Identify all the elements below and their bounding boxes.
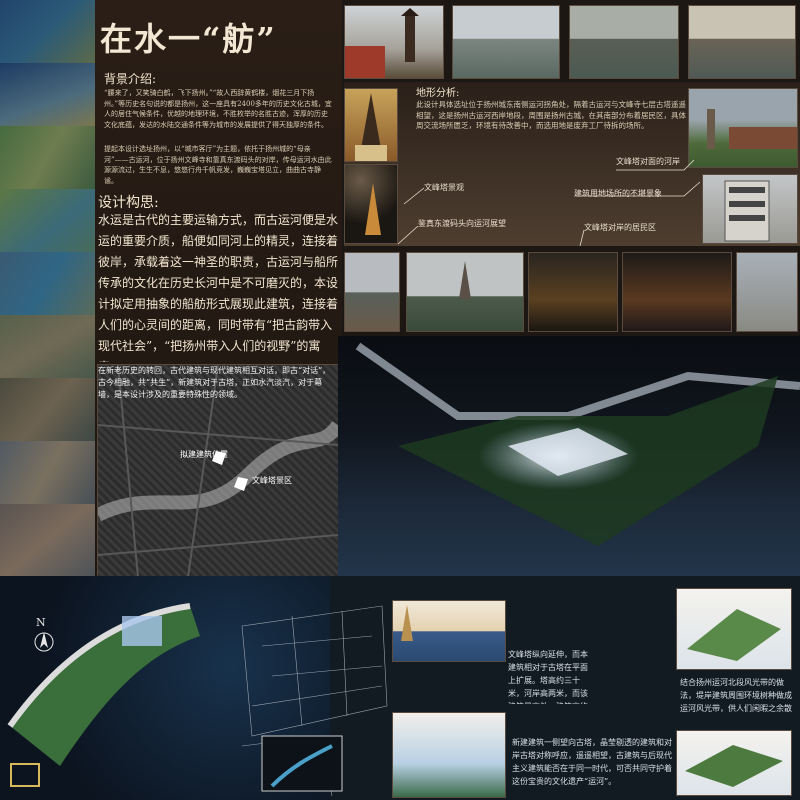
caption-leader-lines bbox=[397, 159, 701, 246]
note-height-comparison: 文峰塔纵向延伸，而本建筑相对于古塔在平面上扩展。塔高约三十米，河岸高两米，而该建… bbox=[508, 650, 588, 704]
compass-label: N bbox=[36, 616, 46, 629]
satellite-image-8 bbox=[0, 441, 95, 504]
photo-river-3 bbox=[688, 5, 796, 79]
photo-pagoda-across-river bbox=[406, 252, 524, 332]
site-location-map: 在新老历史的转回，古代建筑与现代建筑相互对话，即古“对话”，古今相融，共“共生”… bbox=[97, 364, 339, 578]
photo-river-2 bbox=[569, 5, 679, 79]
north-arrow-icon bbox=[34, 630, 54, 654]
legend-frame bbox=[10, 763, 40, 787]
satellite-image-5 bbox=[0, 252, 95, 315]
satellite-image-3 bbox=[0, 126, 95, 189]
note-old-and-new: 新建建筑一侧望向古塔，晶莹剔透的建筑和对岸古塔对称呼应，遥遥相望，古建筑与后现代… bbox=[512, 738, 672, 786]
satellite-image-4 bbox=[0, 189, 95, 252]
satellite-image-1 bbox=[0, 0, 95, 63]
render-greenway-2 bbox=[676, 730, 792, 796]
note-riverside-greenway: 结合扬州运河北段风光带的做法，堤岸建筑周围环境树种做成运河风光带，供人们闲暇之余… bbox=[680, 678, 792, 713]
map-label-site: 拟建建筑位置 bbox=[180, 450, 228, 459]
satellite-image-6 bbox=[0, 315, 95, 378]
render-greenway-1 bbox=[676, 588, 792, 670]
photo-residential-building bbox=[736, 252, 798, 332]
night-aerial-render bbox=[338, 336, 800, 576]
design-concept-text-2: 在新老历史的转回，古代建筑与现代建筑相互对话，即古“对话”，古今相融，共“共生”… bbox=[98, 366, 331, 399]
satellite-image-7 bbox=[0, 378, 95, 441]
background-paragraph-1: “腰来了，又笑骑白鹤，飞下扬州。”“故人西辞黄鹤楼，烟花三月下扬州。”等历史名句… bbox=[104, 89, 332, 129]
design-concept-text: 水运是古代的主要运输方式，而古运河便是水运的重要介质，船便如同河上的精灵，连接着… bbox=[98, 213, 338, 362]
render-pagoda-river bbox=[392, 600, 506, 662]
urban-context-map bbox=[232, 586, 392, 798]
photo-residential-night bbox=[622, 252, 732, 332]
poster-title: 在水一“舫” bbox=[100, 20, 277, 58]
satellite-image-2 bbox=[0, 63, 95, 126]
photo-boat-dock bbox=[344, 252, 400, 332]
satellite-image-9 bbox=[0, 504, 95, 576]
photo-riverbank-night bbox=[528, 252, 618, 332]
background-paragraph-2: 提起本设计选址扬州，以“城市客厅”为主题，依托于扬州城的“母亲河”——古运河，位… bbox=[104, 145, 332, 185]
photo-river-1 bbox=[452, 5, 560, 79]
render-plaza-view bbox=[392, 712, 506, 798]
photo-pagoda-temple bbox=[344, 5, 444, 79]
background-heading: 背景介绍: bbox=[104, 72, 157, 86]
design-heading: 设计构思: bbox=[98, 195, 159, 211]
map-label-pagoda: 文峰塔景区 bbox=[252, 476, 292, 485]
